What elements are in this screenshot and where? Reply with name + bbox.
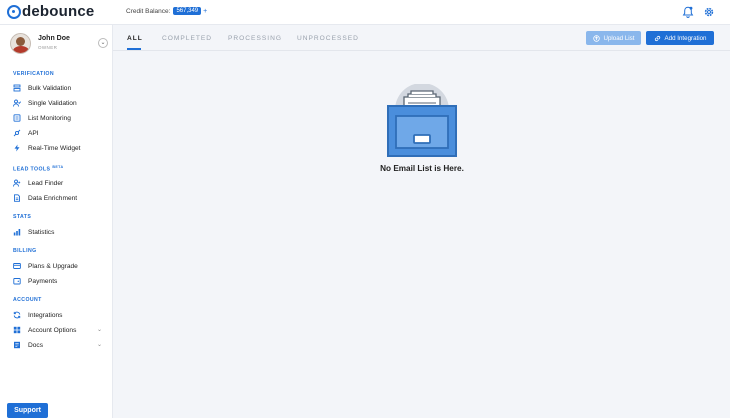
sidebar-item-real-time-widget[interactable]: Real-Time Widget <box>13 142 105 154</box>
chart-icon <box>13 228 21 236</box>
sidebar-item-label: Account Options <box>28 326 77 334</box>
sidebar-item-label: List Monitoring <box>28 114 71 122</box>
add-integration-button[interactable]: Add Integration <box>646 31 714 45</box>
sidebar-item-label: Docs <box>28 341 44 349</box>
wallet-icon <box>13 277 21 285</box>
avatar <box>10 33 31 54</box>
section-lead-tools-label: LEAD TOOLS <box>13 166 51 173</box>
sidebar: John Doe OWNER ⌄ VERIFICATION Bulk Valid… <box>0 25 113 418</box>
sidebar-item-list-monitoring[interactable]: List Monitoring <box>13 112 105 124</box>
sidebar-item-label: Bulk Validation <box>28 84 72 92</box>
upload-list-button[interactable]: Upload List <box>586 31 641 45</box>
bell-icon[interactable] <box>682 6 694 18</box>
list-icon <box>13 114 21 122</box>
link-icon <box>654 35 661 42</box>
user-role: OWNER <box>38 45 58 50</box>
upload-icon <box>592 34 600 42</box>
section-lead-tools: LEAD TOOLS BETA <box>13 165 63 173</box>
section-stats: STATS <box>13 214 32 220</box>
sidebar-item-api[interactable]: API <box>13 127 105 139</box>
sidebar-item-label: Data Enrichment <box>28 194 78 202</box>
chevron-down-icon[interactable]: ⌄ <box>97 326 102 333</box>
document-icon <box>13 194 21 202</box>
logo-mark-icon <box>7 4 21 19</box>
user-profile[interactable]: John Doe OWNER ⌄ <box>10 33 108 55</box>
sidebar-item-docs[interactable]: Docs ⌄ <box>13 339 105 351</box>
sidebar-item-data-enrichment[interactable]: Data Enrichment <box>13 192 105 204</box>
gear-icon[interactable] <box>703 6 715 18</box>
top-bar: debounce Credit Balance: 567,349 + <box>0 0 730 25</box>
user-plus-icon <box>13 179 21 187</box>
section-billing: BILLING <box>13 248 37 254</box>
sidebar-item-plans-upgrade[interactable]: Plans & Upgrade <box>13 260 105 272</box>
credit-balance-value: 567,349 <box>173 7 202 15</box>
sidebar-item-label: Integrations <box>28 311 63 319</box>
user-check-icon <box>13 99 21 107</box>
api-icon <box>13 129 21 137</box>
grid-icon <box>13 326 21 334</box>
logo[interactable]: debounce <box>7 3 94 20</box>
sidebar-item-account-options[interactable]: Account Options ⌄ <box>13 324 105 336</box>
tab-all[interactable]: ALL <box>127 35 143 42</box>
file-drawer-icon <box>387 84 457 157</box>
tab-completed[interactable]: COMPLETED <box>162 35 212 42</box>
bolt-icon <box>13 144 21 152</box>
add-credits-button[interactable]: + <box>203 8 207 15</box>
user-name: John Doe <box>38 35 70 42</box>
section-account: ACCOUNT <box>13 297 42 303</box>
sidebar-item-label: API <box>28 129 39 137</box>
credit-balance-label: Credit Balance: <box>126 7 171 15</box>
sync-icon <box>13 311 21 319</box>
credit-balance: Credit Balance: 567,349 + <box>126 7 207 15</box>
sidebar-item-statistics[interactable]: Statistics <box>13 226 105 238</box>
support-button[interactable]: Support <box>7 403 48 418</box>
beta-badge: BETA <box>52 165 64 169</box>
sidebar-item-single-validation[interactable]: Single Validation <box>13 97 105 109</box>
chevron-down-icon[interactable]: ⌄ <box>98 38 108 48</box>
empty-state-message: No Email List is Here. <box>380 164 464 173</box>
sidebar-item-label: Payments <box>28 277 58 285</box>
upload-list-label: Upload List <box>603 34 635 42</box>
sidebar-item-label: Statistics <box>28 228 55 236</box>
sidebar-item-label: Single Validation <box>28 99 77 107</box>
chevron-down-icon[interactable]: ⌄ <box>97 341 102 348</box>
tab-unprocessed[interactable]: UNPROCESSED <box>297 35 359 42</box>
sidebar-item-lead-finder[interactable]: Lead Finder <box>13 177 105 189</box>
add-integration-label: Add Integration <box>664 34 707 42</box>
sidebar-item-bulk-validation[interactable]: Bulk Validation <box>13 82 105 94</box>
tab-processing[interactable]: PROCESSING <box>228 35 282 42</box>
card-icon <box>13 262 21 270</box>
sidebar-item-payments[interactable]: Payments <box>13 275 105 287</box>
sidebar-item-label: Lead Finder <box>28 179 64 187</box>
sidebar-item-label: Real-Time Widget <box>28 144 81 152</box>
section-verification: VERIFICATION <box>13 71 55 77</box>
logo-text: debounce <box>22 3 95 20</box>
sidebar-item-label: Plans & Upgrade <box>28 262 78 270</box>
folder-icon <box>13 341 21 349</box>
tabs-divider <box>113 50 730 51</box>
sidebar-item-integrations[interactable]: Integrations <box>13 309 105 321</box>
stack-icon <box>13 84 21 92</box>
